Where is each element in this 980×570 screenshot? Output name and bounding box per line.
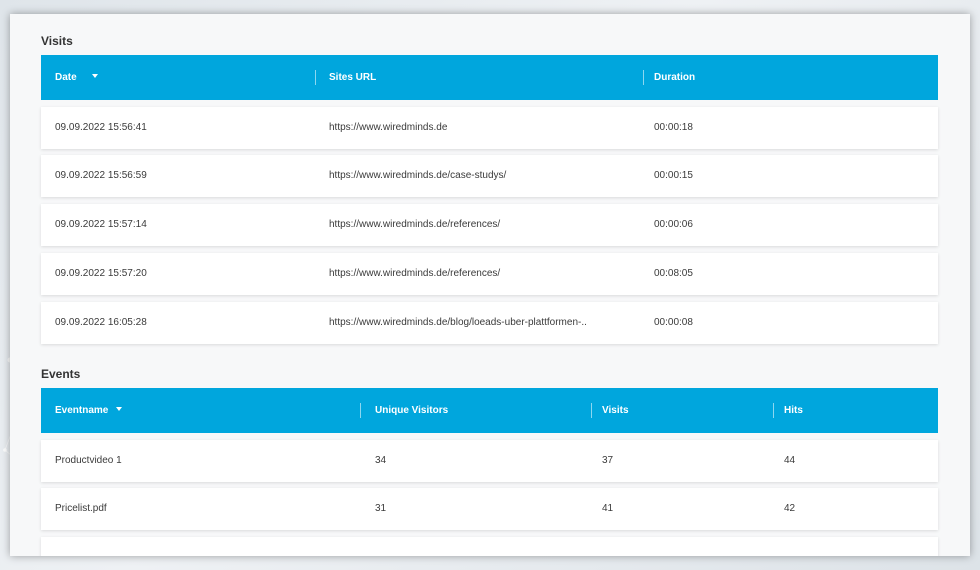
column-header-sites-url[interactable]: Sites URL bbox=[329, 55, 376, 100]
cell-hits: 44 bbox=[784, 455, 796, 466]
cell-url: https://www.wiredminds.de/references/ bbox=[329, 219, 501, 230]
cell-visits: 41 bbox=[602, 503, 614, 514]
column-divider[interactable] bbox=[315, 70, 316, 85]
table-row[interactable]: 09.09.2022 15:57:20 https://www.wiredmin… bbox=[41, 253, 938, 295]
visits-section-title: Visits bbox=[41, 34, 73, 48]
column-header-date[interactable]: Date bbox=[55, 55, 99, 100]
column-divider[interactable] bbox=[360, 403, 361, 418]
sort-descending-icon[interactable] bbox=[92, 74, 99, 79]
cell-duration: 00:00:18 bbox=[654, 122, 693, 133]
cell-duration: 00:00:06 bbox=[654, 219, 693, 230]
cell-duration: 00:00:08 bbox=[654, 317, 693, 328]
column-header-eventname[interactable]: Eventname bbox=[55, 388, 123, 433]
column-divider[interactable] bbox=[591, 403, 592, 418]
cell-eventname: Productvideo 1 bbox=[55, 455, 122, 466]
column-divider[interactable] bbox=[643, 70, 644, 85]
cell-date: 09.09.2022 15:56:59 bbox=[55, 170, 147, 181]
cell-hits: 42 bbox=[784, 503, 796, 514]
cell-unique-visitors: 34 bbox=[375, 455, 387, 466]
column-header-hits[interactable]: Hits bbox=[784, 388, 803, 433]
column-header-duration[interactable]: Duration bbox=[654, 55, 695, 100]
cell-date: 09.09.2022 15:57:20 bbox=[55, 268, 147, 279]
table-row[interactable]: Productvideo 1 34 37 44 bbox=[41, 440, 938, 482]
cell-visits: 37 bbox=[602, 455, 614, 466]
cell-unique-visitors: 31 bbox=[375, 503, 387, 514]
cell-url: https://www.wiredminds.de bbox=[329, 122, 448, 133]
column-header-unique-visitors[interactable]: Unique Visitors bbox=[375, 388, 448, 433]
table-row[interactable]: 09.09.2022 16:05:28 https://www.wiredmin… bbox=[41, 302, 938, 344]
cell-duration: 00:08:05 bbox=[654, 268, 693, 279]
cell-date: 09.09.2022 15:57:14 bbox=[55, 219, 147, 230]
cell-url: https://www.wiredminds.de/blog/loeads-ub… bbox=[329, 317, 587, 328]
cell-url: https://www.wiredminds.de/case-studys/ bbox=[329, 170, 507, 181]
cell-duration: 00:00:15 bbox=[654, 170, 693, 181]
main-panel: Visits Date Sites URL Duration 09.09.202… bbox=[10, 14, 970, 556]
table-row[interactable]: 09.09.2022 15:56:41 https://www.wiredmin… bbox=[41, 107, 938, 149]
events-section-title: Events bbox=[41, 367, 81, 381]
visits-table: Date Sites URL Duration 09.09.2022 15:56… bbox=[41, 55, 938, 344]
sort-descending-icon[interactable] bbox=[116, 407, 123, 412]
table-row[interactable]: 09.09.2022 15:57:14 https://www.wiredmin… bbox=[41, 204, 938, 246]
events-table: Eventname Unique Visitors Visits Hits Pr… bbox=[41, 388, 938, 556]
column-divider[interactable] bbox=[773, 403, 774, 418]
cell-eventname: Pricelist.pdf bbox=[55, 503, 107, 514]
events-table-header: Eventname Unique Visitors Visits Hits bbox=[41, 388, 938, 433]
table-row[interactable]: Pricelist.pdf 31 41 42 bbox=[41, 488, 938, 530]
cell-date: 09.09.2022 16:05:28 bbox=[55, 317, 147, 328]
table-row[interactable]: 09.09.2022 15:56:59 https://www.wiredmin… bbox=[41, 155, 938, 197]
cell-url: https://www.wiredminds.de/references/ bbox=[329, 268, 501, 279]
column-header-visits[interactable]: Visits bbox=[602, 388, 629, 433]
table-row-partial[interactable] bbox=[41, 537, 938, 556]
cell-date: 09.09.2022 15:56:41 bbox=[55, 122, 147, 133]
visits-table-header: Date Sites URL Duration bbox=[41, 55, 938, 100]
